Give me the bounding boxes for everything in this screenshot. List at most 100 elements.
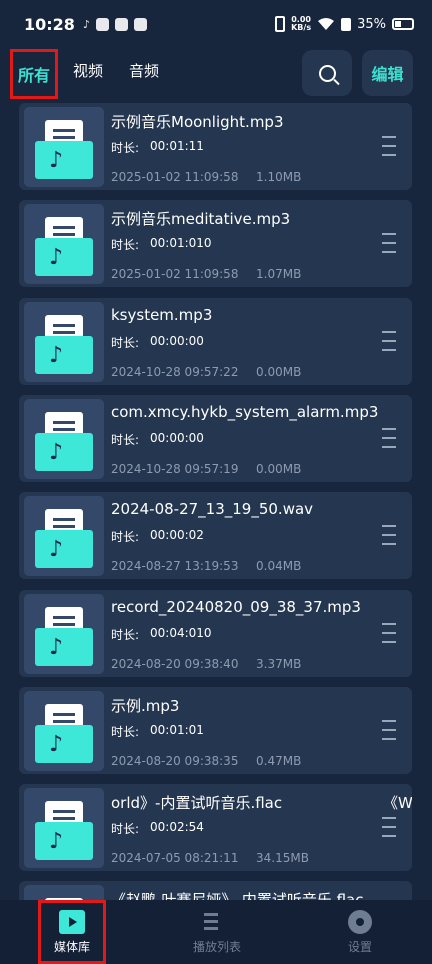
more-menu-icon[interactable] <box>382 136 396 158</box>
file-name: 《赵鹏-叶赛尼娅》-内置试听音乐.flac <box>111 891 364 900</box>
list-item[interactable]: ♪ com.xmcy.hykb_system_alarm.mp3 时长: 00:… <box>19 395 412 482</box>
nav-settings[interactable]: 设置 <box>330 900 390 964</box>
list-item[interactable]: ♪ 2024-08-27_13_19_50.wav 时长: 00:00:02 2… <box>19 492 412 579</box>
list-item[interactable]: ♪ orld》-内置试听音乐.flac 《W 时长: 00:02:54 2024… <box>19 784 412 871</box>
duration-value: 00:00:00 <box>150 334 204 348</box>
more-menu-icon[interactable] <box>382 720 396 742</box>
file-name-marquee: 《W <box>383 794 412 812</box>
nav-settings-label: 设置 <box>347 939 372 954</box>
list-item[interactable]: ♪ 《赵鹏-叶赛尼娅》-内置试听音乐.flac <box>19 881 412 900</box>
duration-label: 时长: <box>111 141 140 155</box>
music-file-icon: ♪ <box>24 302 104 382</box>
tab-all[interactable]: 所有 <box>10 49 58 99</box>
duration-label: 时长: <box>111 725 140 739</box>
tiktok-notification-icon: ♪ <box>82 17 90 31</box>
file-size: 0.00MB <box>256 462 302 476</box>
file-name: 示例音乐Moonlight.mp3 <box>111 113 284 131</box>
file-name: ksystem.mp3 <box>111 306 213 324</box>
list-item[interactable]: ♪ 示例音乐Moonlight.mp3 时长: 00:01:11 2025-01… <box>19 103 412 190</box>
duration-label: 时长: <box>111 628 140 642</box>
nav-media-library-label: 媒体库 <box>53 939 90 954</box>
music-file-icon: ♪ <box>24 399 104 479</box>
file-size: 1.10MB <box>256 170 302 184</box>
file-size: 0.47MB <box>256 754 302 768</box>
more-menu-icon[interactable] <box>382 623 396 645</box>
duration-label: 时长: <box>111 822 140 836</box>
duration-value: 00:02:54 <box>150 820 204 834</box>
network-speed: 0.00 KB/s <box>291 15 312 32</box>
status-bar: 10:28 ♪ 0.00 KB/s 35% <box>0 0 432 48</box>
file-date: 2024-07-05 08:21:11 <box>111 851 239 865</box>
file-size: 0.00MB <box>256 365 302 379</box>
file-size: 0.04MB <box>256 559 302 573</box>
file-date: 2025-01-02 11:09:58 <box>111 170 239 184</box>
music-file-icon: ♪ <box>24 594 104 674</box>
notification-icons: ♪ <box>82 17 147 31</box>
search-icon <box>318 64 336 82</box>
file-name: 示例.mp3 <box>111 697 180 715</box>
file-size: 1.07MB <box>256 267 302 281</box>
file-name: 示例音乐meditative.mp3 <box>111 210 291 228</box>
nav-playlist-label: 播放列表 <box>192 939 241 954</box>
file-name: record_20240820_09_38_37.mp3 <box>111 598 361 616</box>
more-menu-icon[interactable] <box>382 233 396 255</box>
music-file-icon: ♪ <box>24 107 104 187</box>
duration-value: 00:04:010 <box>150 626 212 640</box>
file-date: 2025-01-02 11:09:58 <box>111 267 239 281</box>
file-name: 2024-08-27_13_19_50.wav <box>111 500 314 518</box>
duration-value: 00:00:00 <box>150 431 204 445</box>
more-menu-icon[interactable] <box>382 817 396 839</box>
duration-value: 00:00:02 <box>150 528 204 542</box>
file-date: 2024-10-28 09:57:22 <box>111 365 239 379</box>
file-name: orld》-内置试听音乐.flac <box>111 794 283 812</box>
music-file-icon: ♪ <box>24 885 104 900</box>
tab-audio[interactable]: 音频 <box>129 60 159 81</box>
nav-media-library[interactable]: 媒体库 <box>38 900 106 964</box>
wifi-icon <box>318 18 335 30</box>
music-file-icon: ♪ <box>24 788 104 868</box>
duration-label: 时长: <box>111 336 140 350</box>
music-file-icon: ♪ <box>24 691 104 771</box>
list-item[interactable]: ♪ 示例音乐meditative.mp3 时长: 00:01:010 2025-… <box>19 200 412 287</box>
sim-icon <box>341 17 352 31</box>
file-date: 2024-08-27 13:19:53 <box>111 559 239 573</box>
music-file-icon: ♪ <box>24 496 104 576</box>
media-library-icon <box>59 909 85 934</box>
app-notification-icon-2 <box>114 17 128 31</box>
nav-playlist[interactable]: 播放列表 <box>180 900 254 964</box>
more-menu-icon[interactable] <box>382 428 396 450</box>
playlist-icon <box>204 910 230 934</box>
more-menu-icon[interactable] <box>382 331 396 353</box>
file-date: 2024-08-20 09:38:40 <box>111 657 239 671</box>
file-date: 2024-10-28 09:57:19 <box>111 462 239 476</box>
file-size: 3.37MB <box>256 657 302 671</box>
duration-label: 时长: <box>111 530 140 544</box>
duration-label: 时长: <box>111 433 140 447</box>
list-item[interactable]: ♪ record_20240820_09_38_37.mp3 时长: 00:04… <box>19 590 412 677</box>
message-notification-icon <box>133 17 147 31</box>
header: 所有 视频 音频 编辑 <box>0 48 432 100</box>
duration-label: 时长: <box>111 238 140 252</box>
search-button[interactable] <box>302 50 352 96</box>
battery-icon <box>392 18 414 30</box>
duration-value: 00:01:11 <box>150 139 204 153</box>
battery-percent: 35% <box>357 16 386 32</box>
list-item[interactable]: ♪ 示例.mp3 时长: 00:01:01 2024-08-20 09:38:3… <box>19 687 412 774</box>
vibrate-icon <box>275 16 286 32</box>
list-item[interactable]: ♪ ksystem.mp3 时长: 00:00:00 2024-10-28 09… <box>19 298 412 385</box>
status-time: 10:28 <box>24 14 75 34</box>
file-size: 34.15MB <box>256 851 309 865</box>
more-menu-icon[interactable] <box>382 525 396 547</box>
edit-button[interactable]: 编辑 <box>362 50 413 96</box>
settings-gear-icon <box>348 909 372 934</box>
music-file-icon: ♪ <box>24 204 104 284</box>
bottom-nav: 媒体库 播放列表 设置 <box>0 900 432 964</box>
tab-video[interactable]: 视频 <box>73 60 103 81</box>
duration-value: 00:01:01 <box>150 723 204 737</box>
file-name: com.xmcy.hykb_system_alarm.mp3 <box>111 403 379 421</box>
file-date: 2024-08-20 09:38:35 <box>111 754 239 768</box>
app-notification-icon <box>95 17 109 31</box>
status-right: 0.00 KB/s 35% <box>275 16 414 32</box>
duration-value: 00:01:010 <box>150 236 212 250</box>
file-list[interactable]: ♪ 示例音乐Moonlight.mp3 时长: 00:01:11 2025-01… <box>19 103 412 900</box>
